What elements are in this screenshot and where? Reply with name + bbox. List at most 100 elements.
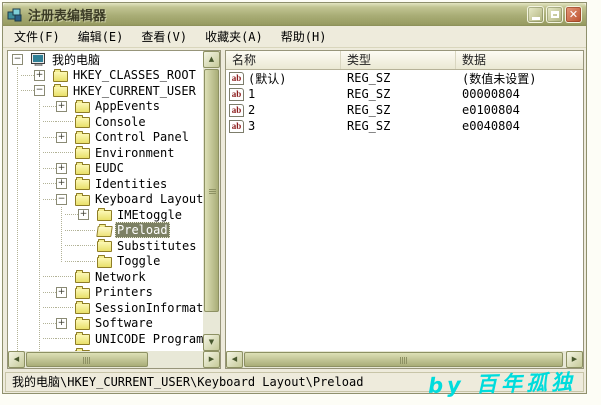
vertical-scroll-thumb[interactable] xyxy=(204,69,219,312)
tree-item[interactable]: + Identities xyxy=(8,176,203,192)
tree-item[interactable]: Substitutes xyxy=(8,238,203,254)
expand-toggle-icon[interactable]: + xyxy=(56,163,67,174)
tree-item[interactable]: + EUDC xyxy=(8,161,203,177)
torn-paper-effect: 注册表编辑器 ✕ 文件(F)编辑(E)查看(V)收藏夹(A)帮助(H) − xyxy=(0,0,601,405)
horizontal-scroll-thumb[interactable] xyxy=(26,352,148,367)
tree-item-label[interactable]: Substitutes xyxy=(115,239,198,253)
column-header[interactable]: 类型 xyxy=(341,51,456,69)
tree-connector xyxy=(56,331,73,347)
tree-item[interactable]: + HKEY_CLASSES_ROOT xyxy=(8,68,203,84)
expand-toggle-icon[interactable]: + xyxy=(56,318,67,329)
value-name: 1 xyxy=(248,87,255,101)
tree-horizontal-scrollbar[interactable]: ◀ ▶ xyxy=(8,351,220,368)
scroll-left-button[interactable]: ◀ xyxy=(8,351,25,368)
tree-item-label[interactable]: Identities xyxy=(93,177,169,191)
collapse-toggle-icon[interactable]: − xyxy=(12,54,23,65)
my-computer-icon xyxy=(31,53,47,66)
expand-toggle-icon[interactable]: + xyxy=(56,101,67,112)
title-bar[interactable]: 注册表编辑器 ✕ xyxy=(3,3,586,26)
menu-item[interactable]: 编辑(E) xyxy=(69,27,133,47)
tree-connector: + xyxy=(56,176,73,192)
tree-vertical-scrollbar[interactable]: ▲ ▼ xyxy=(203,51,220,351)
tree-item[interactable]: Preload xyxy=(8,223,203,239)
scroll-down-button[interactable]: ▼ xyxy=(203,334,220,351)
expand-toggle-icon[interactable]: + xyxy=(78,209,89,220)
status-path: 我的电脑\HKEY_CURRENT_USER\Keyboard Layout\P… xyxy=(12,375,363,389)
tree-item-label[interactable]: 我的电脑 xyxy=(50,53,102,67)
value-data: (数值未设置) xyxy=(456,70,583,87)
close-button[interactable]: ✕ xyxy=(565,6,582,23)
tree-item-label[interactable]: Toggle xyxy=(115,254,162,268)
tree-connector-line xyxy=(78,230,95,231)
registry-value-row[interactable]: ab 1 REG_SZ 00000804 xyxy=(226,86,583,102)
tree-item[interactable]: + IMEtoggle xyxy=(8,207,203,223)
tree-item[interactable]: Toggle xyxy=(8,254,203,270)
tree-item[interactable]: − 我的电脑 xyxy=(8,52,203,68)
value-data: e0100804 xyxy=(456,103,583,117)
tree-item-label[interactable]: AppEvents xyxy=(93,99,162,113)
tree-item-label[interactable]: Printers xyxy=(93,285,155,299)
expand-toggle-icon[interactable]: + xyxy=(56,132,67,143)
minimize-button[interactable] xyxy=(527,6,544,23)
tree-item-label[interactable]: HKEY_CURRENT_USER xyxy=(71,84,198,98)
open-folder-icon xyxy=(96,226,113,237)
tree-item-label[interactable]: EUDC xyxy=(93,161,126,175)
tree-connector: + xyxy=(78,207,95,223)
tree-item[interactable]: + Software xyxy=(8,316,203,332)
tree-item-label[interactable]: Console xyxy=(93,115,148,129)
folder-icon xyxy=(75,179,90,190)
scroll-right-button[interactable]: ▶ xyxy=(203,351,220,368)
tree-item[interactable]: SessionInformation xyxy=(8,300,203,316)
column-header[interactable]: 数据 xyxy=(456,51,583,69)
tree-item-label[interactable]: Preload xyxy=(115,222,170,238)
tree-connector-line xyxy=(56,307,73,308)
tree-item-label[interactable]: UNICODE Program Gro xyxy=(93,332,203,346)
tree-item[interactable]: − Keyboard Layout xyxy=(8,192,203,208)
tree-connector: + xyxy=(56,161,73,177)
tree-item[interactable]: + Control Panel xyxy=(8,130,203,146)
tree-item[interactable]: + Printers xyxy=(8,285,203,301)
list-header: 名称类型数据 xyxy=(226,51,583,70)
window-title: 注册表编辑器 xyxy=(28,5,527,24)
horizontal-scroll-thumb[interactable] xyxy=(244,352,563,367)
tree-item-label[interactable]: Keyboard Layout xyxy=(93,192,203,206)
tree-connector xyxy=(56,269,73,285)
expand-toggle-icon[interactable]: + xyxy=(34,70,45,81)
tree-item-label[interactable]: Control Panel xyxy=(93,130,191,144)
expand-toggle-icon[interactable]: + xyxy=(56,178,67,189)
value-data: e0040804 xyxy=(456,119,583,133)
tree-item[interactable]: Environment xyxy=(8,145,203,161)
column-header[interactable]: 名称 xyxy=(226,51,341,69)
tree-item[interactable]: Network xyxy=(8,269,203,285)
collapse-toggle-icon[interactable]: − xyxy=(56,194,67,205)
menu-item[interactable]: 文件(F) xyxy=(5,27,69,47)
menu-item[interactable]: 帮助(H) xyxy=(272,27,336,47)
registry-value-row[interactable]: ab 3 REG_SZ e0040804 xyxy=(226,118,583,134)
tree-item[interactable]: UNICODE Program Gro xyxy=(8,331,203,347)
registry-value-row[interactable]: ab 2 REG_SZ e0100804 xyxy=(226,102,583,118)
tree-item[interactable]: − HKEY_CURRENT_USER xyxy=(8,83,203,99)
value-data: 00000804 xyxy=(456,87,583,101)
menu-item[interactable]: 查看(V) xyxy=(132,27,196,47)
tree-connector: − xyxy=(12,52,29,68)
tree-item-label[interactable]: IMEtoggle xyxy=(115,208,184,222)
tree-item-label[interactable]: Network xyxy=(93,270,148,284)
maximize-button[interactable] xyxy=(546,6,563,23)
scroll-left-button[interactable]: ◀ xyxy=(226,351,243,368)
list-horizontal-scrollbar[interactable]: ◀ ▶ xyxy=(226,351,583,368)
registry-value-row[interactable]: ab (默认) REG_SZ (数值未设置) xyxy=(226,70,583,86)
tree-item-label[interactable]: SessionInformation xyxy=(93,301,203,315)
tree-item-label[interactable]: HKEY_CLASSES_ROOT xyxy=(71,68,198,82)
tree-connector xyxy=(78,238,95,254)
minimize-icon xyxy=(532,17,540,20)
expand-toggle-icon[interactable]: + xyxy=(56,287,67,298)
scroll-up-button[interactable]: ▲ xyxy=(203,51,220,68)
registry-icon xyxy=(7,7,23,23)
menu-item[interactable]: 收藏夹(A) xyxy=(196,27,272,47)
collapse-toggle-icon[interactable]: − xyxy=(34,85,45,96)
tree-item-label[interactable]: Software xyxy=(93,316,155,330)
tree-item[interactable]: Console xyxy=(8,114,203,130)
arrow-down-icon: ▼ xyxy=(209,339,214,346)
tree-item-label[interactable]: Environment xyxy=(93,146,176,160)
tree-item[interactable]: + AppEvents xyxy=(8,99,203,115)
